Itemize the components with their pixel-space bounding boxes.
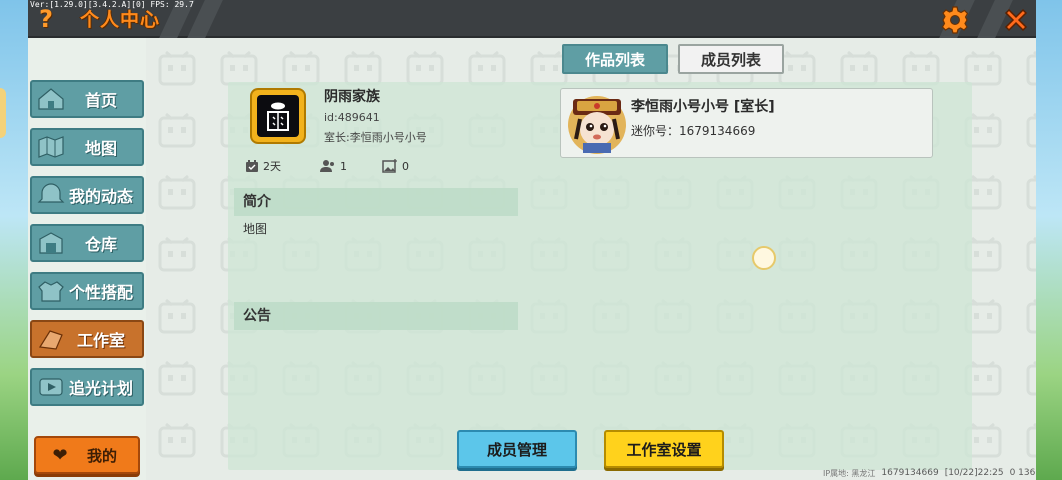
footer-info: IP属地: 黑龙江 1679134669 [10/22]22:25 0 136 (823, 468, 1035, 479)
notice-heading: 公告 (234, 302, 518, 330)
stat-works: 0 (382, 158, 409, 174)
sidebar-item-warehouse[interactable]: 仓库 (30, 224, 144, 262)
stat-members: 1 (320, 158, 347, 174)
studio-owner: 室长:李恒雨小号小号 (324, 131, 427, 144)
sidebar-item-label: 首页 (84, 91, 117, 110)
studio-settings-button[interactable]: 工作室设置 (604, 430, 724, 468)
footer-uid: 1679134669 (881, 468, 939, 478)
sidebar-item-label: 个性搭配 (68, 283, 133, 302)
member-avatar (563, 89, 631, 157)
sidebar-item-label: 仓库 (84, 235, 117, 254)
page-title: 个人中心 (80, 9, 161, 31)
help-icon[interactable]: ? (36, 6, 56, 32)
heart-icon: ❤ (52, 444, 68, 466)
sidebar-item-map[interactable]: 地图 (30, 128, 144, 166)
feed-icon (34, 180, 68, 210)
calendar-icon (246, 160, 258, 172)
member-card[interactable]: 李恒雨小号小号 [室长] 迷你号：1679134669 (560, 88, 933, 158)
intro-text: 地图 (243, 222, 268, 236)
members-icon (320, 160, 334, 172)
map-icon (34, 132, 68, 162)
background-right (1036, 0, 1062, 480)
sidebar-item-outfit[interactable]: 个性搭配 (30, 272, 144, 310)
stat-members-value: 1 (340, 159, 347, 173)
mine-button[interactable]: ❤ 我的 (34, 436, 140, 474)
sidebar-item-studio[interactable]: 工作室 (30, 320, 144, 358)
sidebar: 首页 地图 我的动态 仓库 个性搭配 工作室 追光计划 ❤ 我的 (28, 38, 146, 480)
home-icon (34, 84, 68, 114)
sidebar-item-label: 地图 (84, 139, 117, 158)
background-sign (0, 88, 6, 138)
ip-location: IP属地: 黑龙江 (823, 469, 876, 478)
spotlight-icon (34, 372, 68, 402)
warehouse-icon (34, 228, 68, 258)
intro-heading: 简介 (234, 188, 518, 216)
outfit-icon (34, 276, 68, 306)
footer-extra: 0 136 (1009, 468, 1036, 478)
member-name: 李恒雨小号小号 [室长] (631, 99, 775, 115)
background-left (0, 0, 28, 480)
sidebar-item-feed[interactable]: 我的动态 (30, 176, 144, 214)
tab-members[interactable]: 成员列表 (678, 44, 784, 74)
stat-days-value: 2天 (263, 160, 281, 173)
sidebar-item-spotlight[interactable]: 追光计划 (30, 368, 144, 406)
manage-members-button[interactable]: 成员管理 (457, 430, 577, 468)
main-panel: 作品列表 成员列表 阴雨家族 id:489641 室长:李恒雨小号小号 2天 1… (146, 38, 1036, 480)
studio-icon (34, 324, 68, 354)
image-icon (382, 159, 397, 173)
footer-time: [10/22]22:25 (944, 468, 1004, 478)
sidebar-item-label: 我的动态 (68, 187, 133, 206)
studio-avatar[interactable] (250, 88, 306, 144)
studio-name: 阴雨家族 (324, 89, 380, 105)
mine-label: 我的 (86, 446, 117, 465)
studio-id: id:489641 (324, 111, 380, 124)
sidebar-item-home[interactable]: 首页 (30, 80, 144, 118)
sidebar-item-label: 追光计划 (68, 379, 133, 398)
touch-cursor (752, 246, 776, 270)
sidebar-item-label: 工作室 (76, 331, 125, 350)
stat-works-value: 0 (402, 159, 409, 173)
gear-icon[interactable] (940, 5, 970, 35)
tab-works[interactable]: 作品列表 (562, 44, 668, 74)
close-icon[interactable] (1000, 4, 1032, 36)
member-mini-id: 迷你号：1679134669 (631, 124, 756, 138)
stat-days: 2天 (245, 158, 281, 174)
